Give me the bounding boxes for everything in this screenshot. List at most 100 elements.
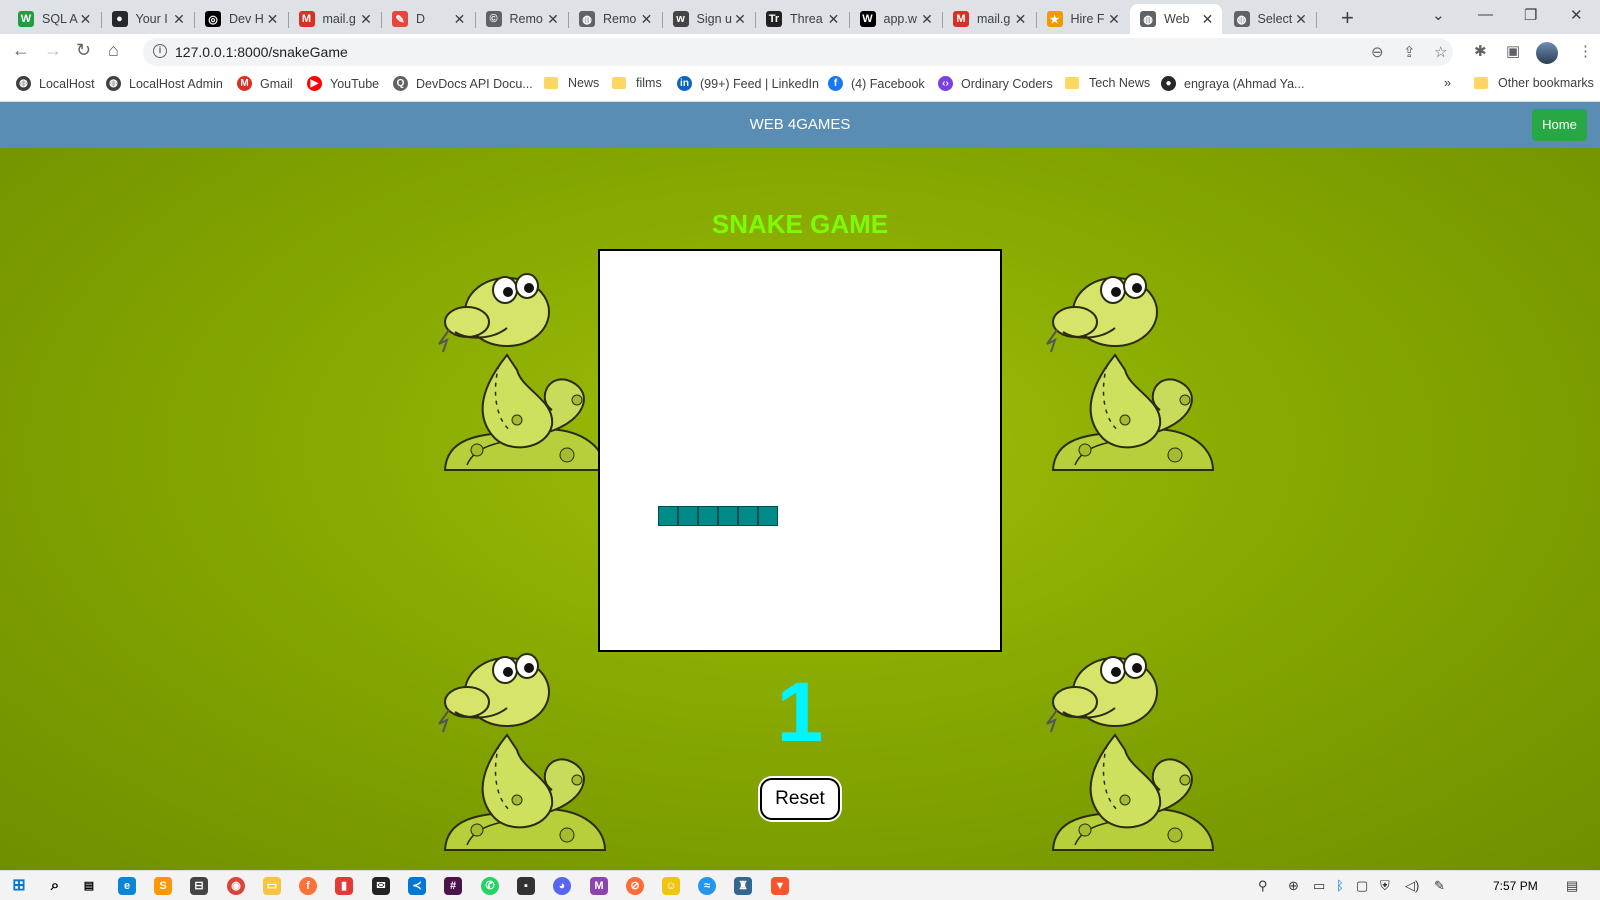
browser-tab[interactable]: Mmail.g ✕: [943, 4, 1035, 34]
bluetooth-icon[interactable]: ᛒ: [1336, 878, 1344, 893]
browser-toolbar: ← → ↻ ⌂ i 127.0.0.1:8000/snakeGame ⊖ ⇪ ☆…: [0, 34, 1600, 70]
zoom-icon[interactable]: ⊖: [1371, 43, 1384, 61]
postgres-icon[interactable]: ♜: [734, 877, 752, 895]
bookmark-star-icon[interactable]: ☆: [1434, 43, 1447, 61]
bookmark-item[interactable]: Tech News: [1065, 76, 1150, 90]
bookmark-item[interactable]: ‹› Ordinary Coders: [938, 76, 1053, 91]
bookmark-item[interactable]: ▶ YouTube: [307, 76, 379, 91]
search-icon[interactable]: ⌕: [46, 877, 64, 895]
tab-title: mail.g: [977, 12, 1011, 26]
slack-icon[interactable]: #: [444, 877, 462, 895]
dev-icon: ◎: [205, 11, 221, 27]
browser-tab[interactable]: Wapp.w ✕: [850, 4, 942, 34]
bookmark-item[interactable]: News: [544, 76, 599, 90]
bookmark-item[interactable]: ◍ LocalHost: [16, 76, 95, 91]
docker-icon[interactable]: ≈: [698, 877, 716, 895]
url-text[interactable]: 127.0.0.1:8000/snakeGame: [175, 44, 348, 60]
close-tab-icon[interactable]: ✕: [1106, 11, 1122, 28]
task-view-icon[interactable]: ▤: [80, 877, 98, 895]
chrome-icon[interactable]: ◉: [227, 877, 245, 895]
browser-tab[interactable]: ◍ Select ✕: [1224, 4, 1316, 34]
close-tab-icon[interactable]: ✕: [171, 11, 187, 28]
close-tab-icon[interactable]: ✕: [452, 11, 468, 28]
clock[interactable]: 7:57 PM: [1493, 879, 1538, 893]
bookmark-item[interactable]: in (99+) Feed | LinkedIn: [677, 76, 819, 91]
notifications-icon[interactable]: ▤: [1566, 878, 1578, 894]
bookmark-item[interactable]: M Gmail: [237, 76, 293, 91]
close-tab-icon[interactable]: ✕: [639, 11, 655, 28]
close-tab-icon[interactable]: ✕: [919, 11, 935, 28]
bookmark-item[interactable]: ● engraya (Ahmad Ya...: [1161, 76, 1304, 91]
other-bookmarks[interactable]: Other bookmarks: [1474, 76, 1594, 90]
vscode-icon[interactable]: ≺: [408, 877, 426, 895]
close-tab-icon[interactable]: ✕: [1013, 11, 1029, 28]
postman-icon[interactable]: ⊘: [626, 877, 644, 895]
back-icon[interactable]: ←: [12, 40, 30, 61]
home-icon[interactable]: ⌂: [108, 40, 119, 61]
close-window-icon[interactable]: ✕: [1570, 6, 1583, 24]
close-tab-icon[interactable]: ✕: [265, 11, 281, 28]
volume-icon[interactable]: ◁): [1405, 878, 1419, 894]
close-tab-icon[interactable]: ✕: [826, 11, 842, 28]
brave-icon[interactable]: ▼: [771, 877, 789, 895]
close-tab-icon[interactable]: ✕: [545, 11, 561, 28]
app-icon[interactable]: ▮: [335, 877, 353, 895]
new-tab-button[interactable]: +: [1341, 7, 1354, 29]
extensions-icon[interactable]: ✱: [1474, 42, 1487, 60]
bookmark-item[interactable]: f (4) Facebook: [828, 76, 925, 91]
browser-tab[interactable]: Tr Threa ✕: [756, 4, 848, 34]
home-button[interactable]: Home: [1532, 109, 1587, 141]
display-icon[interactable]: ▢: [1356, 878, 1368, 894]
notes-icon[interactable]: ▪: [517, 877, 535, 895]
discord-icon[interactable]: ◕: [553, 877, 571, 895]
file-explorer-icon[interactable]: ▭: [263, 877, 281, 895]
people-icon[interactable]: ⚲: [1258, 878, 1268, 894]
security-icon[interactable]: ⛨: [1380, 878, 1390, 894]
browser-tab[interactable]: w Sign u ✕: [663, 4, 755, 34]
browser-tab[interactable]: ★ Hire F ✕: [1037, 4, 1129, 34]
edge-icon[interactable]: e: [118, 877, 136, 895]
firefox-icon[interactable]: f: [299, 877, 317, 895]
windows-start-icon[interactable]: ⊞: [10, 877, 28, 895]
forward-icon[interactable]: →: [44, 40, 62, 61]
chevron-down-icon[interactable]: ⌄: [1432, 6, 1445, 24]
browser-tab[interactable]: © Remo ✕: [476, 4, 568, 34]
site-brand[interactable]: WEB 4GAMES: [0, 116, 1600, 133]
profile-avatar[interactable]: [1536, 42, 1558, 64]
bookmark-item[interactable]: ◍ LocalHost Admin: [106, 76, 223, 91]
close-tab-icon[interactable]: ✕: [1200, 11, 1216, 28]
close-tab-icon[interactable]: ✕: [358, 11, 374, 28]
browser-tab[interactable]: ✎ D ✕: [382, 4, 474, 34]
whatsapp-icon[interactable]: ✆: [481, 877, 499, 895]
close-tab-icon[interactable]: ✕: [732, 11, 748, 28]
bookmark-item[interactable]: Q DevDocs API Docu...: [393, 76, 533, 91]
menu-icon[interactable]: ⋮: [1578, 42, 1593, 60]
minimize-icon[interactable]: —: [1478, 6, 1493, 23]
reset-button[interactable]: Reset: [760, 778, 840, 820]
close-tab-icon[interactable]: ✕: [78, 11, 94, 28]
bookmark-item[interactable]: films: [612, 76, 662, 90]
restore-icon[interactable]: ❐: [1524, 6, 1537, 24]
network-icon[interactable]: ⊕: [1288, 878, 1299, 894]
browser-tab[interactable]: Mmail.g ✕: [289, 4, 381, 34]
close-tab-icon[interactable]: ✕: [1293, 11, 1309, 28]
sticky-icon[interactable]: ☺: [662, 877, 680, 895]
bookmarks-overflow-button[interactable]: »: [1444, 76, 1451, 90]
m-app-icon[interactable]: M: [590, 877, 608, 895]
battery-icon[interactable]: ▭: [1313, 878, 1325, 894]
share-icon[interactable]: ⇪: [1403, 43, 1416, 61]
side-panel-icon[interactable]: ▣: [1506, 42, 1520, 60]
browser-tab[interactable]: W SQL A ✕: [8, 4, 100, 34]
mail-icon[interactable]: ✉: [372, 877, 390, 895]
address-bar[interactable]: i 127.0.0.1:8000/snakeGame ⊖ ⇪ ☆: [143, 38, 1453, 66]
browser-tab[interactable]: ◎ Dev H ✕: [195, 4, 287, 34]
site-info-icon[interactable]: i: [153, 44, 167, 58]
browser-tab[interactable]: ● Your I ✕: [102, 4, 194, 34]
sublime-icon[interactable]: S: [154, 877, 172, 895]
game-board[interactable]: [598, 249, 1002, 652]
browser-tab[interactable]: ◍ Web ✕: [1130, 4, 1222, 34]
browser-tab[interactable]: ◍ Remo ✕: [569, 4, 661, 34]
pen-icon[interactable]: ✎: [1434, 878, 1445, 894]
reload-icon[interactable]: ↻: [76, 40, 91, 61]
store-icon[interactable]: ⊟: [190, 877, 208, 895]
